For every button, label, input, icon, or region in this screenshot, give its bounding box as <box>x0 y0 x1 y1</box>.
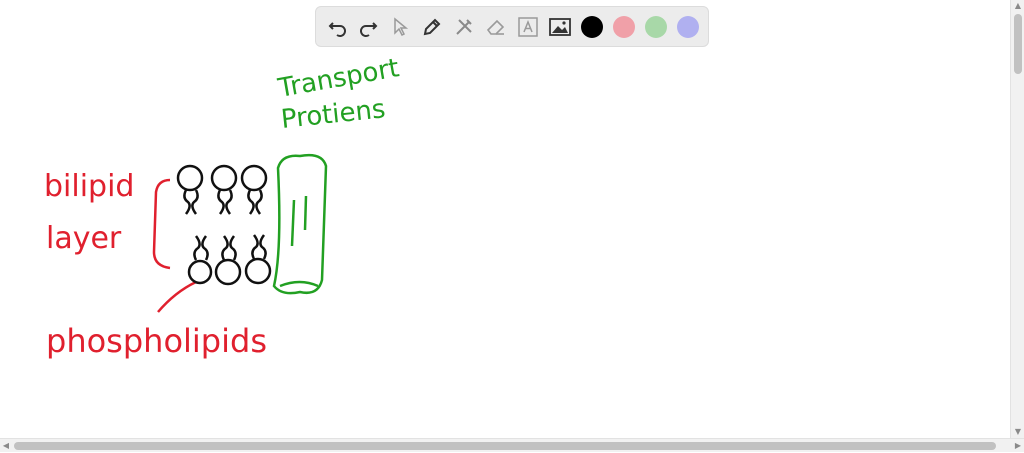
label-layer: layer <box>46 221 122 256</box>
image-icon[interactable] <box>548 15 572 39</box>
label-phospholipids: phospholipids <box>46 322 267 360</box>
text-icon[interactable] <box>516 15 540 39</box>
scroll-up-icon[interactable]: ▲ <box>1011 0 1024 12</box>
label-bilipid: bilipid <box>44 169 134 204</box>
tools-icon[interactable] <box>452 15 476 39</box>
drawing-toolbar <box>315 6 709 47</box>
pointer-icon[interactable] <box>388 15 412 39</box>
bracket-line <box>152 178 171 270</box>
phospholipid-top-row <box>176 164 268 215</box>
transport-protein-shape <box>272 153 328 295</box>
pen-icon[interactable] <box>420 15 444 39</box>
redo-icon[interactable] <box>356 15 380 39</box>
drawing-canvas[interactable]: Transport Protiens bilipid layer phospho… <box>0 0 1010 438</box>
scroll-left-icon[interactable]: ◀ <box>0 439 12 453</box>
vertical-scroll-thumb[interactable] <box>1014 14 1022 74</box>
eraser-icon[interactable] <box>484 15 508 39</box>
scroll-down-icon[interactable]: ▼ <box>1011 426 1024 438</box>
vertical-scrollbar[interactable]: ▲ ▼ <box>1010 0 1024 438</box>
sketch: Transport Protiens bilipid layer phospho… <box>44 53 401 360</box>
horizontal-scrollbar[interactable]: ◀ ▶ <box>0 438 1024 452</box>
scroll-right-icon[interactable]: ▶ <box>1012 439 1024 453</box>
color-swatch-green[interactable] <box>645 16 667 38</box>
color-swatch-blue[interactable] <box>677 16 699 38</box>
phospholipid-bottom-row <box>187 234 272 286</box>
color-swatch-black[interactable] <box>581 16 603 38</box>
undo-icon[interactable] <box>326 15 350 39</box>
horizontal-scroll-thumb[interactable] <box>14 442 996 450</box>
pointer-line <box>157 280 197 313</box>
color-swatch-red[interactable] <box>613 16 635 38</box>
